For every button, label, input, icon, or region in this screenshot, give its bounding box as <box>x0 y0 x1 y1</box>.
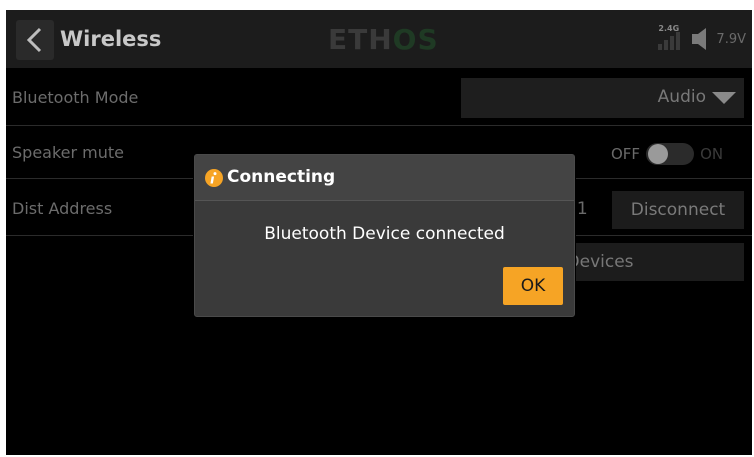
toggle-off-label: OFF <box>611 145 641 163</box>
connecting-dialog: Connecting Bluetooth Device connected OK <box>194 154 575 317</box>
bluetooth-mode-label: Bluetooth Mode <box>12 88 139 107</box>
toggle-on-label: ON <box>700 145 724 163</box>
info-icon <box>205 169 223 187</box>
battery-voltage: 7.9V <box>716 31 746 47</box>
speaker-mute-toggle-group: OFF ON <box>611 142 723 166</box>
speaker-icon <box>692 28 707 50</box>
bluetooth-mode-value: Audio <box>657 87 706 107</box>
dialog-header: Connecting <box>195 155 574 201</box>
dialog-title: Connecting <box>227 167 336 187</box>
caret-down-icon <box>712 92 736 104</box>
page-title: Wireless <box>60 27 162 51</box>
logo-prefix: ETH <box>328 23 393 56</box>
signal-bars-icon: 2.4G <box>658 24 686 54</box>
chevron-left-icon <box>26 27 42 53</box>
dist-address-label: Dist Address <box>12 199 113 218</box>
status-area: 2.4G 7.9V <box>658 22 746 56</box>
dialog-message: Bluetooth Device connected <box>264 224 505 244</box>
divider <box>6 125 752 126</box>
ethos-logo: ETHOS <box>328 22 448 58</box>
speaker-mute-toggle[interactable] <box>646 143 695 165</box>
speaker-mute-label: Speaker mute <box>12 143 125 162</box>
ok-button[interactable]: OK <box>503 267 563 305</box>
back-button[interactable] <box>16 20 54 60</box>
logo-suffix: OS <box>392 23 439 56</box>
disconnect-button[interactable]: Disconnect <box>612 191 744 229</box>
bluetooth-mode-dropdown[interactable]: Audio <box>461 78 744 118</box>
toggle-knob <box>648 144 669 164</box>
header-bar: Wireless ETHOS 2.4G 7.9V <box>6 10 752 68</box>
radio-screen: Wireless ETHOS 2.4G 7.9V Bluetooth Mode <box>6 10 752 455</box>
